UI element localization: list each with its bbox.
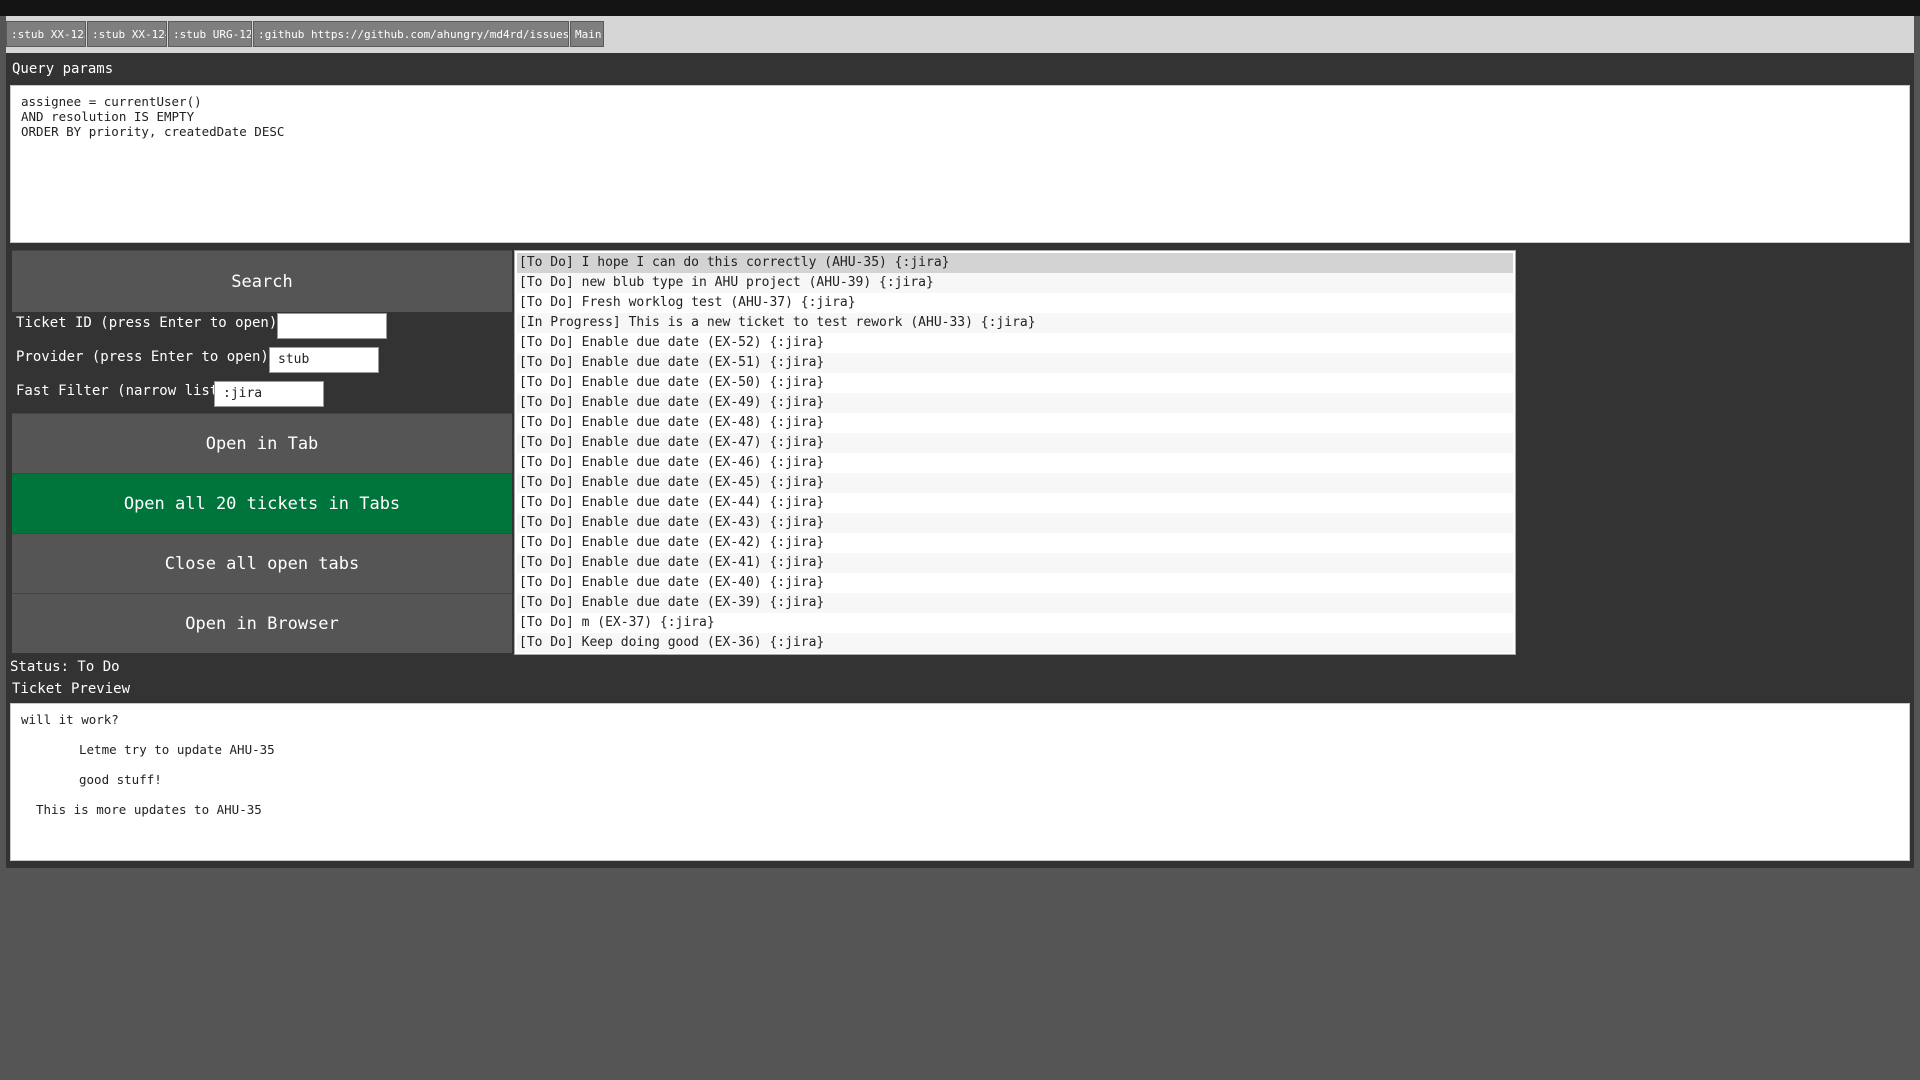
provider-input[interactable]: stub xyxy=(269,347,379,373)
ticket-list-item[interactable]: [To Do] Enable due date (EX-45) {:jira} xyxy=(517,473,1513,493)
ticket-list-item[interactable]: [To Do] Enable due date (EX-46) {:jira} xyxy=(517,453,1513,473)
ticket-id-label: Ticket ID (press Enter to open): xyxy=(16,315,286,331)
ticket-list-item[interactable]: [To Do] Enable due date (EX-43) {:jira} xyxy=(517,513,1513,533)
provider-label: Provider (press Enter to open): xyxy=(16,349,278,365)
ticket-list-item[interactable]: [To Do] Enable due date (EX-49) {:jira} xyxy=(517,393,1513,413)
ticket-list-item[interactable]: [To Do] Enable due date (EX-39) {:jira} xyxy=(517,593,1513,613)
ticket-list-item[interactable]: [To Do] new blub type in AHU project (AH… xyxy=(517,273,1513,293)
preview-line: This is more updates to AHU-35 xyxy=(36,802,262,817)
ticket-list-item[interactable]: [To Do] Fresh worklog test (AHU-37) {:ji… xyxy=(517,293,1513,313)
fast-filter-input[interactable]: :jira xyxy=(214,381,324,407)
tab-stub-xx-124[interactable]: :stub XX-124 xyxy=(87,21,167,47)
tab-stub-urg-124[interactable]: :stub URG-124 xyxy=(168,21,252,47)
ticket-list-item[interactable]: [To Do] Enable due date (EX-42) {:jira} xyxy=(517,533,1513,553)
ticket-preview-text[interactable]: will it work? Letme try to update AHU-35… xyxy=(10,703,1910,861)
status-text: Status: To Do xyxy=(10,659,120,675)
ticket-list-item[interactable]: [To Do] Keep doing good (EX-36) {:jira} xyxy=(517,633,1513,653)
ticket-list-item[interactable]: [To Do] Enable due date (EX-47) {:jira} xyxy=(517,433,1513,453)
open-all-tickets-button[interactable]: Open all 20 tickets in Tabs xyxy=(12,473,512,533)
search-button[interactable]: Search xyxy=(12,250,512,312)
tab-stub-xx-123[interactable]: :stub XX-123 xyxy=(6,21,86,47)
ticket-list-item[interactable]: [To Do] m (EX-37) {:jira} xyxy=(517,613,1513,633)
ticket-list-item[interactable]: [To Do] Enable due date (EX-44) {:jira} xyxy=(517,493,1513,513)
app-window: :stub XX-123 :stub XX-124 :stub URG-124 … xyxy=(6,16,1914,868)
ticket-list-item[interactable]: [To Do] Enable due date (EX-41) {:jira} xyxy=(517,553,1513,573)
ticket-list-item[interactable]: [To Do] Enable due date (EX-50) {:jira} xyxy=(517,373,1513,393)
tab-strip: :stub XX-123 :stub XX-124 :stub URG-124 … xyxy=(6,16,1914,53)
ticket-preview-label: Ticket Preview xyxy=(12,681,131,697)
tab-main[interactable]: Main xyxy=(570,21,604,47)
open-in-browser-button[interactable]: Open in Browser xyxy=(12,593,512,653)
preview-line: good stuff! xyxy=(79,772,162,787)
ticket-list-item[interactable]: [In Progress] This is a new ticket to te… xyxy=(517,313,1513,333)
ticket-list-item[interactable]: [To Do] Enable due date (EX-51) {:jira} xyxy=(517,353,1513,373)
query-params-label: Query params xyxy=(12,61,114,77)
close-all-tabs-button[interactable]: Close all open tabs xyxy=(12,533,512,593)
ticket-list-item[interactable]: [To Do] Enable due date (EX-52) {:jira} xyxy=(517,333,1513,353)
ticket-list-item[interactable]: [To Do] I hope I can do this correctly (… xyxy=(517,253,1513,273)
query-params-textarea[interactable]: assignee = currentUser() AND resolution … xyxy=(10,85,1910,243)
preview-line: will it work? xyxy=(21,712,119,727)
ticket-list[interactable]: [To Do] I hope I can do this correctly (… xyxy=(514,250,1516,655)
open-in-tab-button[interactable]: Open in Tab xyxy=(12,413,512,473)
tab-github-issue[interactable]: :github https://github.com/ahungry/md4rd… xyxy=(253,21,569,47)
ticket-id-input[interactable] xyxy=(277,313,387,339)
preview-line: Letme try to update AHU-35 xyxy=(79,742,275,757)
fast-filter-label: Fast Filter (narrow list) xyxy=(16,383,227,399)
window-title-bar xyxy=(0,0,1920,16)
ticket-list-item[interactable]: [To Do] Enable due date (EX-48) {:jira} xyxy=(517,413,1513,433)
ticket-list-item[interactable]: [To Do] Enable due date (EX-40) {:jira} xyxy=(517,573,1513,593)
